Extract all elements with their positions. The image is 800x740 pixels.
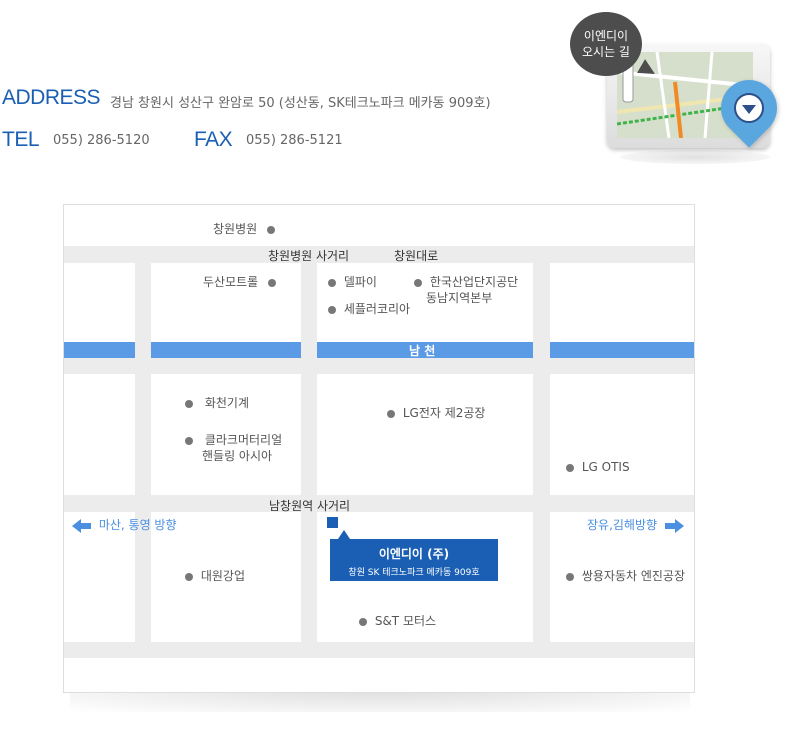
directions-badge-line2: 오시는 길	[582, 45, 630, 59]
place-dot	[359, 617, 367, 626]
place-label: S&T 모터스	[374, 614, 437, 628]
place-dot	[566, 463, 574, 472]
place-changwon-hospital: 창원병원	[213, 221, 275, 237]
fax-label: FAX	[194, 128, 233, 151]
arrow-right-icon	[674, 518, 684, 533]
place-label: 핸들링 아시아	[202, 449, 273, 463]
place-dot	[267, 225, 275, 234]
river-segment	[550, 342, 694, 358]
place-label: 델파이	[343, 275, 377, 289]
place-dot	[328, 305, 336, 314]
place-snt: S&T 모터스	[359, 613, 436, 629]
company-address: 창원 SK 테크노파크 메카동 909호	[348, 568, 480, 578]
arrow-shaft	[664, 522, 675, 529]
place-label: 클라크머터리얼	[204, 433, 283, 447]
place-doosan-motrol: 두산모트롤	[203, 274, 277, 290]
callout-tip	[338, 530, 350, 539]
place-kicox: 한국산업단지공단 동남지역본부	[414, 274, 518, 306]
device-shadow	[620, 150, 770, 164]
place-dot	[566, 572, 574, 581]
place-label: 대원강업	[200, 569, 245, 583]
place-label: LG OTIS	[581, 460, 630, 474]
address-value: 경남 창원시 성산구 완암로 50 (성산동, SK테크노파크 메카동 909호…	[110, 96, 491, 111]
map-block-top	[64, 205, 694, 246]
place-dot	[185, 436, 193, 445]
road-label-top-intersection: 창원병원 사거리	[268, 249, 350, 263]
map-block	[64, 374, 135, 495]
tel-value: 055) 286-5120	[53, 133, 150, 148]
place-dot	[328, 278, 336, 287]
river-segment	[151, 342, 301, 358]
place-label: 동남지역본부	[426, 291, 493, 305]
place-clark: 클라크머터리얼 핸들링 아시아	[185, 432, 282, 464]
road-label-bottom-intersection: 남창원역 사거리	[269, 499, 351, 513]
road-label-top-road: 창원대로	[394, 249, 439, 263]
place-sefuler: 세플러코리아	[328, 301, 410, 317]
place-daewon: 대원강업	[185, 568, 245, 584]
arrow-shaft	[81, 522, 91, 529]
map-block	[550, 263, 694, 342]
direction-east-label: 장유,김해방향	[587, 518, 658, 532]
place-label: 두산모트롤	[203, 275, 259, 289]
place-label: 세플러코리아	[343, 302, 411, 316]
direction-west: 마산, 통영 방향	[72, 516, 177, 533]
directions-badge: 이엔디이 오시는 길	[570, 12, 642, 76]
place-lg-otis: LG OTIS	[566, 459, 630, 475]
directions-badge-line1: 이엔디이	[583, 29, 629, 43]
company-name: 이엔디이 (주)	[378, 547, 450, 561]
place-label: 창원병원	[213, 222, 258, 236]
address-label: ADDRESS	[2, 86, 101, 109]
tel-label: TEL	[2, 128, 40, 151]
place-dot	[268, 278, 277, 287]
map-block-bottom	[64, 658, 694, 692]
chevron-down-icon	[742, 105, 756, 114]
place-label: 한국산업단지공단	[429, 275, 519, 289]
river-label: 남 천	[409, 344, 436, 358]
place-hwacheon: 화천기계	[185, 395, 249, 411]
place-ssangyong: 쌍용자동차 엔진공장	[566, 568, 685, 584]
company-callout: 이엔디이 (주) 창원 SK 테크노파크 메카동 909호	[330, 539, 498, 581]
place-lg-plant2: LG전자 제2공장	[387, 405, 485, 421]
place-label: 쌍용자동차 엔진공장	[581, 569, 686, 583]
company-marker	[327, 517, 338, 528]
place-dot	[414, 278, 422, 287]
place-dot	[185, 572, 193, 581]
direction-east: 장유,김해방향	[587, 516, 684, 533]
place-dot	[185, 399, 193, 408]
river-segment	[64, 342, 135, 358]
map-block	[550, 374, 694, 495]
map-block	[64, 263, 135, 342]
expand-button[interactable]	[734, 93, 764, 123]
place-delphi: 델파이	[328, 274, 377, 290]
map-block	[317, 374, 533, 495]
map-shadow	[70, 690, 690, 712]
arrow-left-icon	[72, 518, 81, 533]
place-label: 화천기계	[204, 396, 249, 410]
place-dot	[387, 409, 395, 418]
direction-west-label: 마산, 통영 방향	[98, 518, 177, 532]
fax-value: 055) 286-5121	[246, 133, 343, 148]
place-label: LG전자 제2공장	[402, 406, 486, 420]
